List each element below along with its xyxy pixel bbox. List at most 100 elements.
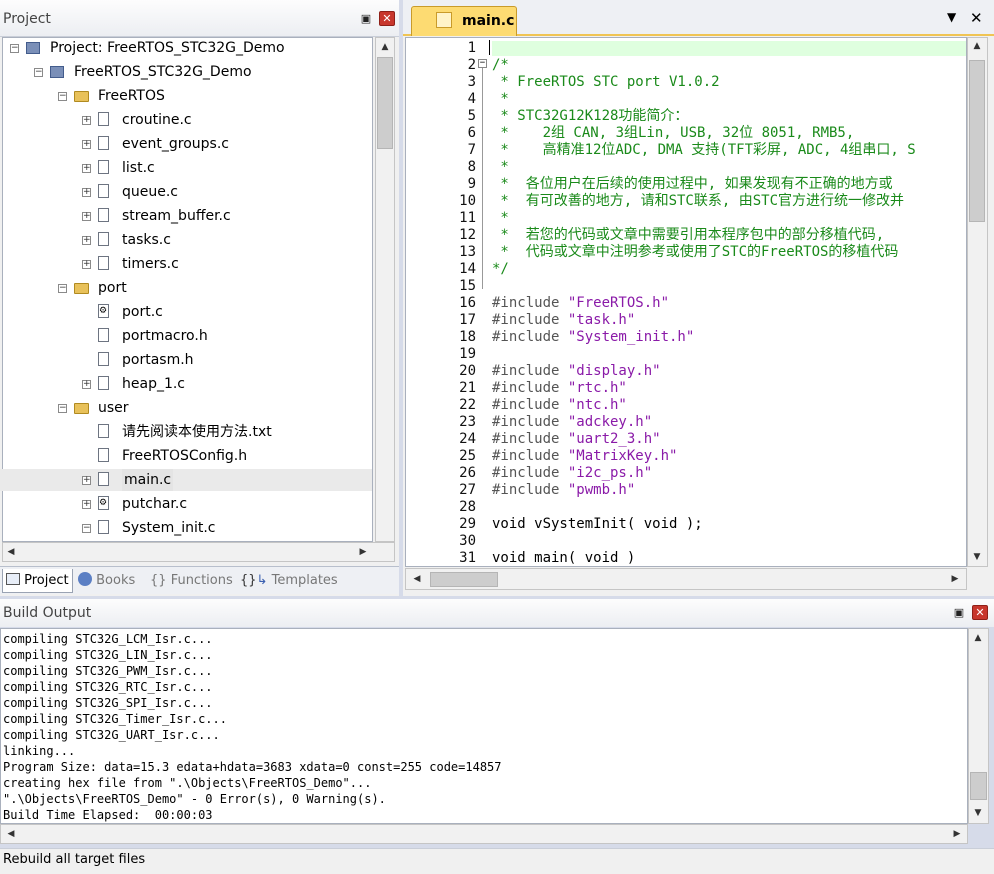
- file-icon: [98, 472, 109, 486]
- tree-item[interactable]: − FreeRTOS: [0, 85, 372, 107]
- tree-item[interactable]: + event_groups.c: [0, 133, 372, 155]
- code-scroll-right-icon[interactable]: ▶: [948, 572, 962, 586]
- build-output-log[interactable]: compiling STC32G_LCM_Isr.c... compiling S…: [0, 628, 968, 824]
- collapse-icon[interactable]: −: [10, 44, 19, 53]
- tree-item[interactable]: + list.c: [0, 157, 372, 179]
- build-output-line: ".\Objects\FreeRTOS_Demo" - 0 Error(s), …: [3, 792, 386, 806]
- code-line: /*: [492, 57, 509, 73]
- line-number: 22: [459, 397, 476, 413]
- tree-item[interactable]: + main.c: [0, 469, 372, 491]
- tree-scroll-thumb[interactable]: [377, 57, 393, 149]
- tree-item[interactable]: FreeRTOSConfig.h: [0, 445, 372, 467]
- tree-item-label: tasks.c: [122, 232, 171, 248]
- fold-toggle-icon[interactable]: −: [478, 59, 487, 68]
- line-number: 14: [459, 261, 476, 277]
- tree-item[interactable]: + heap_1.c: [0, 373, 372, 395]
- tree-item[interactable]: + croutine.c: [0, 109, 372, 131]
- build-scroll-left-icon[interactable]: ◀: [4, 827, 18, 841]
- file-icon: [98, 184, 109, 198]
- expand-icon[interactable]: +: [82, 188, 91, 197]
- build-output-header: [0, 599, 994, 627]
- line-number: 21: [459, 380, 476, 396]
- collapse-icon[interactable]: −: [58, 92, 67, 101]
- status-text: Rebuild all target files: [3, 852, 146, 867]
- line-number: 26: [459, 465, 476, 481]
- expand-icon[interactable]: +: [82, 260, 91, 269]
- tree-item[interactable]: + timers.c: [0, 253, 372, 275]
- tree-item[interactable]: portasm.h: [0, 349, 372, 371]
- editor-close-icon[interactable]: ✕: [970, 9, 983, 27]
- code-line: * STC32G12K128功能简介：: [492, 108, 689, 124]
- scroll-up-icon[interactable]: ▲: [378, 40, 392, 54]
- close-icon[interactable]: ✕: [379, 11, 395, 26]
- tree-item[interactable]: + queue.c: [0, 181, 372, 203]
- file-asm-icon: ⚙: [98, 304, 109, 318]
- build-output-line: compiling STC32G_SPI_Isr.c...: [3, 696, 213, 710]
- collapse-icon[interactable]: −: [82, 524, 91, 533]
- tree-item[interactable]: + ⚙ putchar.c: [0, 493, 372, 515]
- code-line: *: [492, 210, 509, 226]
- tab-templates[interactable]: {}↳ Templates: [240, 569, 338, 593]
- tree-item[interactable]: 请先阅读本使用方法.txt: [0, 421, 372, 443]
- tree-item[interactable]: ⚙ port.c: [0, 301, 372, 323]
- file-icon: [98, 520, 109, 534]
- file-asm-icon: ⚙: [98, 496, 109, 510]
- expand-icon[interactable]: +: [82, 236, 91, 245]
- build-close-icon[interactable]: ✕: [972, 605, 988, 620]
- line-number: 20: [459, 363, 476, 379]
- tab-project[interactable]: Project: [2, 569, 73, 593]
- tab-books[interactable]: Books: [78, 569, 135, 593]
- code-scroll-down-icon[interactable]: ▼: [970, 550, 984, 564]
- project-panel-title: Project: [3, 11, 51, 27]
- tree-item-label: event_groups.c: [122, 136, 229, 152]
- code-hscroll-thumb[interactable]: [430, 572, 498, 587]
- tree-item-label: putchar.c: [122, 496, 188, 512]
- tree-item[interactable]: portmacro.h: [0, 325, 372, 347]
- tree-item[interactable]: + tasks.c: [0, 229, 372, 251]
- collapse-icon[interactable]: −: [58, 284, 67, 293]
- code-line: * 2组 CAN, 3组Lin, USB, 32位 8051, RMB5,: [492, 125, 855, 141]
- code-editor[interactable]: 1 2 /* 3 * FreeRTOS STC port V1.0.2 4 * 5 * S…: [405, 37, 967, 567]
- build-scroll-down-icon[interactable]: ▼: [971, 806, 985, 820]
- folder-icon: [74, 91, 89, 102]
- tree-item-label: timers.c: [122, 256, 179, 272]
- tree-item-label: queue.c: [122, 184, 179, 200]
- build-scroll-thumb[interactable]: [970, 772, 987, 800]
- tree-item[interactable]: − System_init.c: [0, 517, 372, 539]
- expand-icon[interactable]: +: [82, 140, 91, 149]
- pin-icon[interactable]: ▣: [360, 12, 372, 26]
- tree-item-label: stream_buffer.c: [122, 208, 231, 224]
- build-output-line: compiling STC32G_RTC_Isr.c...: [3, 680, 213, 694]
- code-line: *: [492, 91, 509, 107]
- tab-functions-label: Functions: [170, 573, 233, 588]
- tree-item[interactable]: + stream_buffer.c: [0, 205, 372, 227]
- line-number: 18: [459, 329, 476, 345]
- code-scroll-left-icon[interactable]: ◀: [410, 572, 424, 586]
- tree-item[interactable]: − user: [0, 397, 372, 419]
- collapse-icon[interactable]: −: [34, 68, 43, 77]
- expand-icon[interactable]: +: [82, 116, 91, 125]
- expand-icon[interactable]: +: [82, 500, 91, 509]
- tree-item-label: port.c: [122, 304, 163, 320]
- tree-item[interactable]: − Project: FreeRTOS_STC32G_Demo: [0, 37, 372, 59]
- tree-item[interactable]: − FreeRTOS_STC32G_Demo: [0, 61, 372, 83]
- build-scroll-right-icon[interactable]: ▶: [950, 827, 964, 841]
- build-horizontal-scrollbar[interactable]: [0, 824, 968, 844]
- tab-functions[interactable]: {} Functions: [150, 569, 233, 593]
- tree-item-label: user: [98, 400, 129, 416]
- code-line: #include "adckey.h": [492, 414, 653, 430]
- tree-horizontal-scrollbar[interactable]: [2, 542, 395, 562]
- collapse-icon[interactable]: −: [58, 404, 67, 413]
- scroll-right-icon[interactable]: ▶: [356, 545, 370, 559]
- dropdown-icon[interactable]: ▼: [947, 10, 956, 24]
- build-pin-icon[interactable]: ▣: [953, 606, 965, 620]
- build-scroll-up-icon[interactable]: ▲: [971, 631, 985, 645]
- code-scroll-up-icon[interactable]: ▲: [970, 39, 984, 53]
- scroll-left-icon[interactable]: ◀: [4, 545, 18, 559]
- expand-icon[interactable]: +: [82, 476, 91, 485]
- expand-icon[interactable]: +: [82, 164, 91, 173]
- expand-icon[interactable]: +: [82, 212, 91, 221]
- tree-item[interactable]: − port: [0, 277, 372, 299]
- expand-icon[interactable]: +: [82, 380, 91, 389]
- code-scroll-thumb[interactable]: [969, 60, 985, 222]
